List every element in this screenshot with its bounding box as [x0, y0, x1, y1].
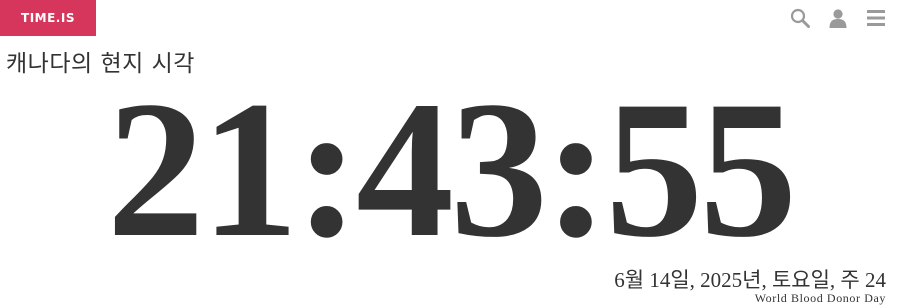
time-is-logo[interactable]: TIME.IS	[0, 0, 96, 36]
event-link[interactable]: World Blood Donor Day	[755, 291, 886, 306]
user-icon	[829, 9, 847, 28]
date-line: 6월 14일, 2025년, 토요일, 주 24	[614, 268, 886, 292]
search-icon	[790, 8, 810, 28]
menu-icon	[867, 10, 885, 26]
clock-time: 21:43:55	[106, 61, 798, 278]
account-button[interactable]	[826, 6, 850, 30]
top-toolbar	[788, 6, 888, 30]
search-button[interactable]	[788, 6, 812, 30]
menu-button[interactable]	[864, 6, 888, 30]
